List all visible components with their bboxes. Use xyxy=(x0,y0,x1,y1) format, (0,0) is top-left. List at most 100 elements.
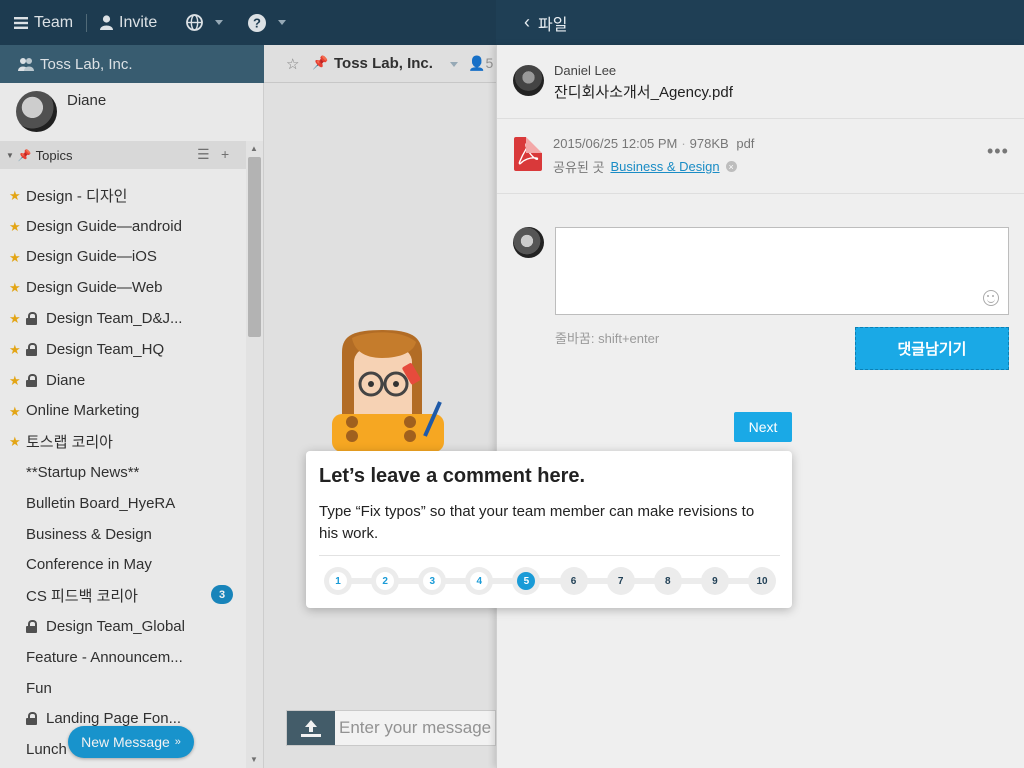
new-message-button[interactable]: New Message » xyxy=(68,726,194,758)
star-icon: ★ xyxy=(9,403,21,419)
team-header[interactable]: Toss Lab, Inc. xyxy=(0,45,264,83)
chevron-down-icon: ▼ xyxy=(6,150,14,160)
upload-button[interactable] xyxy=(287,711,335,745)
chevron-down-icon xyxy=(278,20,286,25)
star-icon: ★ xyxy=(9,311,21,327)
sidebar-topic-item[interactable]: ★ Diane xyxy=(0,365,246,396)
submit-comment-button[interactable]: 댓글남기기 xyxy=(855,327,1009,370)
sidebar-topic-item[interactable]: ★ Design Team_D&J... xyxy=(0,303,246,334)
star-outline-icon[interactable]: ☆ xyxy=(286,55,299,73)
tutorial-step[interactable]: 9 xyxy=(700,567,729,595)
tutorial-step[interactable]: 4 xyxy=(465,567,494,595)
svg-text:?: ? xyxy=(253,15,261,30)
sidebar-topic-item[interactable]: Business & Design xyxy=(0,519,246,550)
file-panel-header[interactable]: ‹ 파일 xyxy=(496,0,1024,45)
sidebar-topic-item[interactable]: Bulletin Board_HyeRA xyxy=(0,488,246,519)
add-topic-icon[interactable]: + xyxy=(221,146,229,162)
tutorial-step[interactable]: 1 xyxy=(324,567,352,595)
emoji-icon[interactable] xyxy=(983,290,999,306)
topic-label: Design - 디자인 xyxy=(26,187,128,205)
new-message-label: New Message xyxy=(81,734,170,750)
shared-topic-link[interactable]: Business & Design xyxy=(610,159,719,174)
sidebar-topic-item[interactable]: Fun xyxy=(0,673,246,704)
sidebar-topic-item[interactable]: Design Team_Global xyxy=(0,611,246,642)
sidebar-topic-item[interactable]: ★ Design Guide—android xyxy=(0,211,246,242)
tutorial-step[interactable]: 8 xyxy=(653,567,682,595)
unread-badge: 3 xyxy=(211,585,233,605)
file-size: 978KB xyxy=(689,136,729,151)
scroll-down-icon[interactable]: ▼ xyxy=(250,755,258,764)
help-icon: ? xyxy=(248,13,266,32)
sidebar-topic-item[interactable]: Conference in May xyxy=(0,550,246,581)
sidebar-topic-item[interactable]: ★ Design Guide—iOS xyxy=(0,242,246,273)
sidebar-topic-item[interactable]: ★ 토스랩 코리아 xyxy=(0,426,246,457)
scroll-up-icon[interactable]: ▲ xyxy=(250,144,258,153)
user-icon: 👤 xyxy=(468,55,486,71)
star-icon: ★ xyxy=(9,249,21,265)
next-button[interactable]: Next xyxy=(734,412,792,442)
topic-label: **Startup News** xyxy=(26,464,140,482)
team-name: Toss Lab, Inc. xyxy=(40,55,133,73)
topic-list: ★ Design - 디자인 ★ Design Guide—android ★ Desig… xyxy=(0,180,246,765)
star-icon: ★ xyxy=(9,372,21,388)
channel-name[interactable]: Toss Lab, Inc. xyxy=(334,55,433,72)
profile[interactable]: Diane xyxy=(0,83,263,141)
member-count-value: 5 xyxy=(485,55,494,71)
team-label: Team xyxy=(34,13,74,31)
tutorial-step-number: 2 xyxy=(376,572,395,590)
topics-label: Topics xyxy=(35,147,73,163)
uploader-avatar[interactable] xyxy=(513,65,544,96)
topic-label: 토스랩 코리아 xyxy=(26,434,113,452)
topic-label: Design Team_HQ xyxy=(46,340,165,358)
tutorial-step-number: 6 xyxy=(570,575,577,587)
tutorial-step[interactable]: 6 xyxy=(559,567,588,595)
double-chevron-down-icon: » xyxy=(174,736,181,748)
tutorial-step[interactable]: 10 xyxy=(748,567,776,595)
topics-header[interactable]: ▼ 📌 Topics ☰ + xyxy=(0,141,246,169)
file-detail-panel: Daniel Lee 잔디회사소개서_Agency.pdf 2015/06/25… xyxy=(496,45,1024,768)
topic-label: Design Guide—android xyxy=(26,217,182,235)
divider xyxy=(497,193,1024,194)
sidebar-topic-item[interactable]: ★ Online Marketing xyxy=(0,396,246,427)
sidebar-topic-item[interactable]: Feature - Announcem... xyxy=(0,642,246,673)
tutorial-step[interactable]: 3 xyxy=(418,567,447,595)
profile-name: Diane xyxy=(67,92,107,109)
tutorial-body: Type “Fix typos” so that your team membe… xyxy=(319,503,755,542)
language-menu-button[interactable] xyxy=(186,0,223,45)
team-menu-button[interactable]: Team xyxy=(14,0,73,45)
shared-in: 공유된 곳 Business & Design × xyxy=(553,157,737,176)
pin-icon[interactable]: 📌 xyxy=(312,55,328,71)
more-options-icon[interactable]: ••• xyxy=(987,141,1009,162)
star-icon: ★ xyxy=(9,280,21,296)
topic-label: Feature - Announcem... xyxy=(26,648,183,666)
team-icon xyxy=(18,58,34,71)
list-icon[interactable]: ☰ xyxy=(197,146,210,163)
sidebar-scrollbar[interactable]: ▲ ▼ xyxy=(246,141,263,768)
chevron-down-icon[interactable] xyxy=(450,62,458,67)
file-date: 2015/06/25 12:05 PM xyxy=(553,136,678,151)
remove-share-icon[interactable]: × xyxy=(725,161,737,172)
back-chevron-icon[interactable]: ‹ xyxy=(524,12,530,33)
topic-label: Lunch xyxy=(26,741,67,759)
topic-label: Design Guide—iOS xyxy=(26,248,157,266)
member-count[interactable]: 👤5 xyxy=(468,55,493,72)
help-menu-button[interactable]: ? xyxy=(248,0,286,45)
uploader-name[interactable]: Daniel Lee xyxy=(554,63,616,78)
tutorial-step[interactable]: 7 xyxy=(606,567,635,595)
sidebar-topic-item[interactable]: CS 피드백 코리아 3 xyxy=(0,580,246,611)
avatar[interactable] xyxy=(16,91,57,132)
tutorial-step[interactable]: 2 xyxy=(371,567,400,595)
tutorial-step[interactable]: 5 xyxy=(512,567,541,595)
tutorial-step-number: 9 xyxy=(712,575,718,587)
message-input[interactable] xyxy=(339,714,495,742)
sidebar-topic-item[interactable]: ★ Design Team_HQ xyxy=(0,334,246,365)
comment-input[interactable] xyxy=(555,227,1009,315)
scroll-thumb[interactable] xyxy=(248,157,261,337)
sidebar-topic-item[interactable]: **Startup News** xyxy=(0,457,246,488)
sidebar-topic-item[interactable]: ★ Design - 디자인 xyxy=(0,180,246,211)
sidebar-topic-item[interactable]: ★ Design Guide—Web xyxy=(0,272,246,303)
invite-button[interactable]: Invite xyxy=(100,0,157,45)
shared-label: 공유된 곳 xyxy=(553,160,605,175)
topic-label: Landing Page Fon... xyxy=(46,710,182,728)
pin-icon: 📌 xyxy=(17,149,32,162)
